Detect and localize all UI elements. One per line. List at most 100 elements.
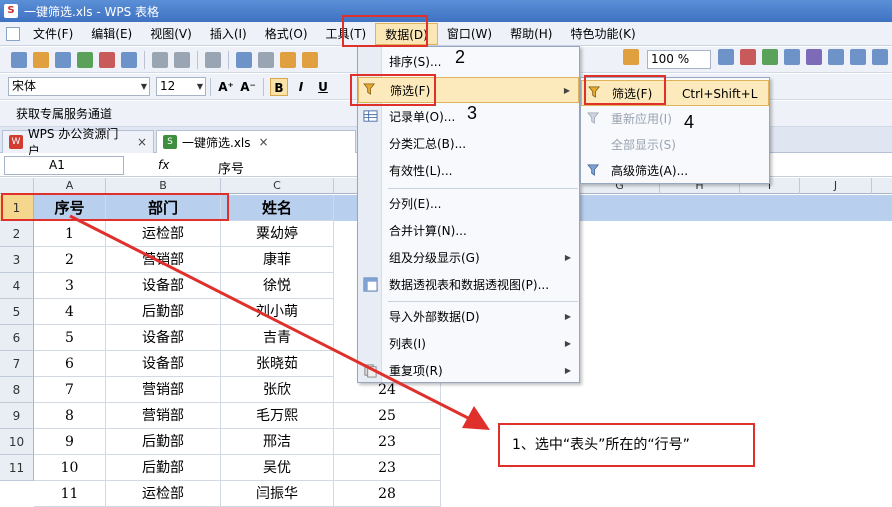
- menu-format[interactable]: 格式(O): [256, 23, 317, 45]
- table-cell[interactable]: 10: [34, 455, 106, 481]
- table-cell[interactable]: 运检部: [106, 221, 221, 247]
- cut-icon[interactable]: [258, 51, 274, 68]
- table-cell[interactable]: 营销部: [106, 377, 221, 403]
- column-header-j[interactable]: J: [800, 178, 872, 194]
- column-header-b[interactable]: B: [106, 178, 221, 194]
- row-header[interactable]: 8: [0, 377, 34, 403]
- italic-button[interactable]: I: [292, 78, 310, 96]
- info-icon[interactable]: [872, 49, 888, 65]
- menu-item-sort[interactable]: 排序(S)...: [358, 49, 579, 75]
- header-cell-name[interactable]: 姓名: [221, 195, 334, 221]
- table-cell[interactable]: 设备部: [106, 273, 221, 299]
- export-icon[interactable]: [77, 51, 93, 68]
- table-cell[interactable]: 后勤部: [106, 429, 221, 455]
- zoom-combo[interactable]: 100 %: [647, 50, 711, 69]
- table-cell[interactable]: 23: [334, 429, 441, 455]
- open-folder-icon[interactable]: [33, 51, 49, 68]
- table-cell[interactable]: 运检部: [106, 481, 221, 507]
- row-header[interactable]: 3: [0, 247, 34, 273]
- share-icon[interactable]: [762, 49, 778, 65]
- row-header[interactable]: 9: [0, 403, 34, 429]
- fx-icon[interactable]: fx: [158, 158, 169, 172]
- table-cell[interactable]: 张晓茹: [221, 351, 334, 377]
- close-icon[interactable]: ×: [137, 135, 147, 149]
- table-cell[interactable]: 后勤部: [106, 455, 221, 481]
- simplified-traditional-icon[interactable]: [205, 51, 221, 68]
- row-header[interactable]: 7: [0, 351, 34, 377]
- table-cell[interactable]: 康菲: [221, 247, 334, 273]
- menu-view[interactable]: 视图(V): [141, 23, 201, 45]
- format-painter-icon[interactable]: [302, 51, 318, 68]
- new-file-icon[interactable]: [11, 51, 27, 68]
- pdf-icon[interactable]: [99, 51, 115, 68]
- paste-icon[interactable]: [280, 51, 296, 68]
- service-link[interactable]: 获取专属服务通道: [16, 107, 112, 121]
- save-icon[interactable]: [55, 51, 71, 68]
- table-cell[interactable]: 邢洁: [221, 429, 334, 455]
- submenu-item-advanced-filter[interactable]: 高级筛选(A)...: [581, 158, 769, 184]
- column-header-a[interactable]: A: [34, 178, 106, 194]
- menu-item-pivot-table[interactable]: 数据透视表和数据透视图(P)...: [358, 272, 579, 298]
- table-cell[interactable]: 刘小萌: [221, 299, 334, 325]
- table-cell[interactable]: 设备部: [106, 325, 221, 351]
- table-cell[interactable]: 吉青: [221, 325, 334, 351]
- menu-item-consolidate[interactable]: 合并计算(N)...: [358, 218, 579, 244]
- table-cell[interactable]: 营销部: [106, 403, 221, 429]
- tab-yijian-shaixuan[interactable]: S 一键筛选.xls ×: [156, 130, 356, 153]
- spellcheck-icon[interactable]: [740, 49, 756, 65]
- menu-item-list[interactable]: 列表(I) ▶: [358, 331, 579, 357]
- menu-item-duplicates[interactable]: 重复项(R) ▶: [358, 358, 579, 384]
- print-icon[interactable]: [152, 51, 168, 68]
- underline-button[interactable]: U: [314, 78, 332, 96]
- row-header[interactable]: 10: [0, 429, 34, 455]
- table-cell[interactable]: 2: [34, 247, 106, 273]
- skin-icon[interactable]: [828, 49, 844, 65]
- menu-window[interactable]: 窗口(W): [438, 23, 501, 45]
- table-cell[interactable]: 4: [34, 299, 106, 325]
- chat-icon[interactable]: [850, 49, 866, 65]
- table-cell[interactable]: 吴优: [221, 455, 334, 481]
- row-header[interactable]: 11: [0, 455, 34, 481]
- backup-icon[interactable]: [806, 49, 822, 65]
- mail-icon[interactable]: [121, 51, 137, 68]
- table-cell[interactable]: 张欣: [221, 377, 334, 403]
- autofilter-icon[interactable]: [623, 49, 639, 65]
- print-preview-icon[interactable]: [174, 51, 190, 68]
- menu-special[interactable]: 特色功能(K): [561, 23, 644, 45]
- menu-item-import-external[interactable]: 导入外部数据(D) ▶: [358, 304, 579, 330]
- help-icon[interactable]: [718, 49, 734, 65]
- table-cell[interactable]: 徐悦: [221, 273, 334, 299]
- decrease-font-icon[interactable]: A⁻: [239, 78, 257, 96]
- table-cell[interactable]: 毛万熙: [221, 403, 334, 429]
- table-cell[interactable]: 营销部: [106, 247, 221, 273]
- table-cell[interactable]: 粟幼婷: [221, 221, 334, 247]
- select-all-corner[interactable]: [0, 178, 34, 194]
- formula-input[interactable]: 序号: [218, 158, 244, 177]
- table-cell[interactable]: 23: [334, 455, 441, 481]
- row-header[interactable]: 6: [0, 325, 34, 351]
- name-box[interactable]: A1: [4, 156, 124, 175]
- menu-item-validation[interactable]: 有效性(L)...: [358, 158, 579, 184]
- table-cell[interactable]: 7: [34, 377, 106, 403]
- close-icon[interactable]: ×: [259, 135, 269, 149]
- table-cell[interactable]: 28: [334, 481, 441, 507]
- table-cell[interactable]: 6: [34, 351, 106, 377]
- row-header[interactable]: 2: [0, 221, 34, 247]
- menu-help[interactable]: 帮助(H): [501, 23, 561, 45]
- increase-font-icon[interactable]: A⁺: [217, 78, 235, 96]
- table-cell[interactable]: 后勤部: [106, 299, 221, 325]
- tab-wps-portal[interactable]: W WPS 办公资源门户 ×: [2, 127, 154, 158]
- font-size-combo[interactable]: 12 ▼: [156, 77, 206, 96]
- row-header[interactable]: 5: [0, 299, 34, 325]
- copy-icon[interactable]: [236, 51, 252, 68]
- menu-item-group-outline[interactable]: 组及分级显示(G) ▶: [358, 245, 579, 271]
- menu-item-subtotal[interactable]: 分类汇总(B)...: [358, 131, 579, 157]
- bold-button[interactable]: B: [270, 77, 288, 96]
- menu-item-text-to-columns[interactable]: 分列(E)...: [358, 191, 579, 217]
- table-cell[interactable]: 3: [34, 273, 106, 299]
- table-cell[interactable]: 8: [34, 403, 106, 429]
- table-cell[interactable]: 9: [34, 429, 106, 455]
- table-cell[interactable]: 1: [34, 221, 106, 247]
- table-cell[interactable]: 5: [34, 325, 106, 351]
- row-header[interactable]: 4: [0, 273, 34, 299]
